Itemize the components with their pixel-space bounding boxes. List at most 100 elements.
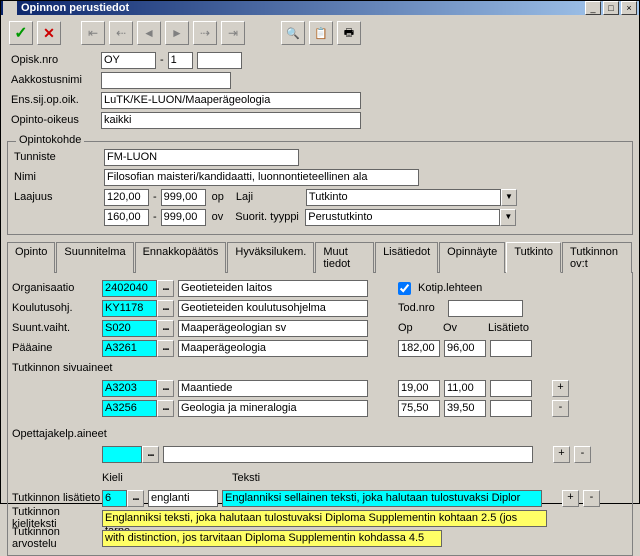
- paa-code-input[interactable]: A3261: [102, 340, 157, 357]
- paa-lookup-button[interactable]: ...: [157, 340, 174, 357]
- nav-first-button[interactable]: ⇤: [81, 21, 105, 45]
- laji-label: Laji: [236, 191, 306, 203]
- opett-lookup-button[interactable]: ...: [142, 446, 159, 463]
- opisk-label: Opisk.nro: [11, 54, 101, 66]
- sivu-ov-input[interactable]: 39,50: [444, 400, 486, 417]
- copy-button[interactable]: 📋: [309, 21, 333, 45]
- ov-label: ov: [212, 211, 224, 223]
- suunt-lookup-button[interactable]: ...: [157, 320, 174, 337]
- laajuus-b2-input[interactable]: 999,00: [161, 209, 206, 226]
- tab-strip: Opinto Suunnitelma Ennakkopäätös Hyväksi…: [7, 241, 633, 273]
- nav-last-button[interactable]: ⇥: [221, 21, 245, 45]
- kielit-text-input[interactable]: Englanniksi teksti, joka halutaan tulost…: [102, 510, 547, 527]
- opinto-input[interactable]: kaikki: [101, 112, 361, 129]
- sivu-row-1: A3256 ... Geologia ja mineralogia 75,50 …: [12, 399, 628, 417]
- sivu-lisa-input[interactable]: [490, 400, 532, 417]
- koul-lookup-button[interactable]: ...: [157, 300, 174, 317]
- tunniste-input[interactable]: FM-LUON: [104, 149, 299, 166]
- arrow-next-icon: ►: [171, 26, 183, 40]
- sivu-lisa-input[interactable]: [490, 380, 532, 397]
- print-button[interactable]: 🖶: [337, 21, 361, 45]
- suunt-name-input[interactable]: Maaperägeologian sv: [178, 320, 368, 337]
- sivu-remove-button[interactable]: -: [552, 400, 569, 417]
- opisk-num-input[interactable]: 1: [168, 52, 193, 69]
- paa-name-input[interactable]: Maaperägeologia: [178, 340, 368, 357]
- laji-input[interactable]: Tutkinto: [306, 189, 501, 206]
- ok-button[interactable]: ✓: [9, 21, 33, 45]
- opett-name-input[interactable]: [163, 446, 533, 463]
- nav-next-page-button[interactable]: ⇢: [193, 21, 217, 45]
- kotip-checkbox[interactable]: [398, 282, 411, 295]
- koul-code-input[interactable]: KY1178: [102, 300, 157, 317]
- opett-add-button[interactable]: +: [553, 446, 570, 463]
- search-button[interactable]: 🔍: [281, 21, 305, 45]
- sivu-op-input[interactable]: 75,50: [398, 400, 440, 417]
- laajuus-a1-input[interactable]: 120,00: [104, 189, 149, 206]
- paa-lisa-input[interactable]: [490, 340, 532, 357]
- tab-ennakkopaatos[interactable]: Ennakkopäätös: [135, 242, 227, 273]
- opintokohde-legend: Opintokohde: [16, 134, 84, 146]
- sivu-name-input[interactable]: Geologia ja mineralogia: [178, 400, 368, 417]
- paa-ov-input[interactable]: 96,00: [444, 340, 486, 357]
- arrow-nextpage-icon: ⇢: [200, 26, 210, 40]
- sivu-code-input[interactable]: A3203: [102, 380, 157, 397]
- cancel-button[interactable]: ✕: [37, 21, 61, 45]
- sivu-op-input[interactable]: 19,00: [398, 380, 440, 397]
- tab-opinto[interactable]: Opinto: [7, 242, 55, 273]
- maximize-button[interactable]: □: [603, 1, 619, 15]
- suunt-code-input[interactable]: S020: [102, 320, 157, 337]
- tab-lisatiedot[interactable]: Lisätiedot: [375, 242, 438, 273]
- nav-next-button[interactable]: ►: [165, 21, 189, 45]
- tab-tutkinnon-ovt[interactable]: Tutkinnon ov:t: [562, 242, 632, 273]
- nav-prev-button[interactable]: ◄: [137, 21, 161, 45]
- sivu-add-button[interactable]: +: [552, 380, 569, 397]
- aakko-input[interactable]: [101, 72, 231, 89]
- nav-prev-page-button[interactable]: ⇠: [109, 21, 133, 45]
- titlebar: Opinnon perustiedot _ □ ×: [1, 1, 639, 15]
- tutkinto-tab-content: Organisaatio 2402040 ... Geotieteiden la…: [7, 273, 633, 556]
- opisk-extra-input[interactable]: [197, 52, 242, 69]
- opinto-label: Opinto-oikeus: [11, 114, 101, 126]
- teksti-header: Teksti: [232, 472, 260, 484]
- opett-code-input[interactable]: [102, 446, 142, 463]
- suorit-input[interactable]: Perustutkinto: [305, 209, 500, 226]
- suorit-dropdown[interactable]: ▼: [500, 209, 516, 226]
- laajuus-b1-input[interactable]: 160,00: [104, 209, 149, 226]
- lisat-label: Tutkinnon lisätieto: [12, 492, 102, 504]
- sivu-lookup-button[interactable]: ...: [157, 400, 174, 417]
- aakko-label: Aakkostusnimi: [11, 74, 101, 86]
- sivu-ov-input[interactable]: 11,00: [444, 380, 486, 397]
- org-lookup-button[interactable]: ...: [157, 280, 174, 297]
- org-code-input[interactable]: 2402040: [102, 280, 157, 297]
- magnify-icon: 🔍: [286, 27, 300, 40]
- koul-name-input[interactable]: Geotieteiden koulutusohjelma: [178, 300, 368, 317]
- opisk-prefix-input[interactable]: OY: [101, 52, 156, 69]
- sivu-name-input[interactable]: Maantiede: [178, 380, 368, 397]
- tab-tutkinto[interactable]: Tutkinto: [506, 242, 561, 273]
- tab-suunnitelma[interactable]: Suunnitelma: [56, 242, 133, 273]
- paa-op-input[interactable]: 182,00: [398, 340, 440, 357]
- tab-muut-tiedot[interactable]: Muut tiedot: [315, 242, 374, 273]
- ens-input[interactable]: LuTK/KE-LUON/Maaperägeologia: [101, 92, 361, 109]
- arrow-last-icon: ⇥: [228, 26, 238, 40]
- opett-remove-button[interactable]: -: [574, 446, 591, 463]
- opintokohde-fieldset: Opintokohde Tunniste FM-LUON Nimi Filoso…: [7, 141, 633, 235]
- arvo-text-input[interactable]: with distinction, jos tarvitaan Diploma …: [102, 530, 442, 547]
- todnro-input[interactable]: [448, 300, 523, 317]
- paa-label: Pääaine: [12, 342, 102, 354]
- sivu-code-input[interactable]: A3256: [102, 400, 157, 417]
- tab-hyvaksilukem[interactable]: Hyväksilukem.: [227, 242, 314, 273]
- minimize-button[interactable]: _: [585, 1, 601, 15]
- org-name-input[interactable]: Geotieteiden laitos: [178, 280, 368, 297]
- nimi-input[interactable]: Filosofian maisteri/kandidaatti, luonnon…: [104, 169, 419, 186]
- kieli-header: Kieli: [102, 472, 232, 484]
- app-window: Opinnon perustiedot _ □ × ✓ ✕ ⇤ ⇠ ◄ ► ⇢ …: [0, 0, 640, 504]
- close-button[interactable]: ×: [621, 1, 637, 15]
- op-header: Op: [398, 322, 443, 334]
- todnro-label: Tod.nro: [398, 302, 448, 314]
- laajuus-a2-input[interactable]: 999,00: [161, 189, 206, 206]
- check-icon: ✓: [14, 23, 27, 43]
- laji-dropdown[interactable]: ▼: [501, 189, 517, 206]
- sivu-lookup-button[interactable]: ...: [157, 380, 174, 397]
- tab-opinnayte[interactable]: Opinnäyte: [439, 242, 505, 273]
